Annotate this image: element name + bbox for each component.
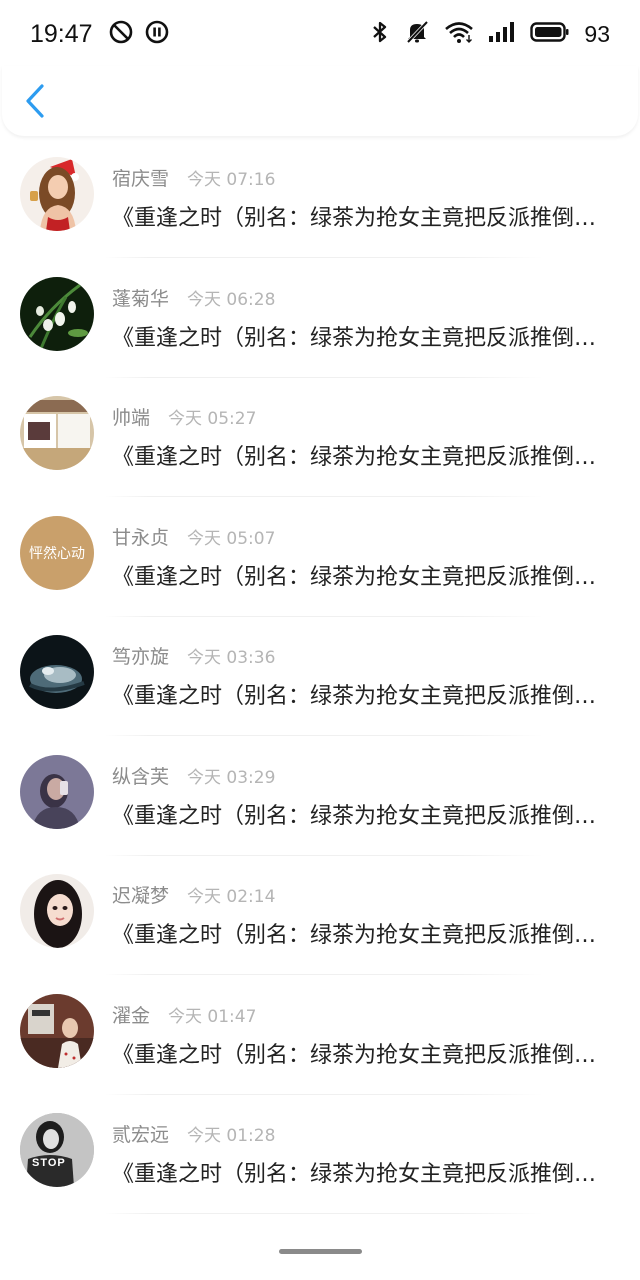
avatar-text: 怦然心动: [29, 545, 85, 562]
message-time: 今天 05:27: [168, 409, 257, 429]
battery-icon: [530, 21, 570, 47]
message-preview: 《重逢之时（别名：绿茶为抢女主竟把反派推倒了）》: [112, 684, 616, 709]
divider: [104, 615, 544, 617]
avatar[interactable]: STOP: [20, 1113, 94, 1187]
avatar[interactable]: [20, 396, 94, 470]
battery-level: 93: [584, 20, 610, 47]
message-time: 今天 02:14: [187, 887, 276, 907]
avatar[interactable]: [20, 276, 94, 351]
avatar-text: STOP: [32, 1157, 66, 1169]
message-time: 今天 03:29: [187, 767, 276, 788]
message-list: 宿庆雪 今天 07:16 《重逢之时（别名：绿茶为抢女主竟把反派推倒了）》 蓬菊…: [0, 140, 640, 1216]
message-preview: 《重逢之时（别名：绿茶为抢女主竟把反派推倒了）》: [112, 1162, 616, 1187]
chevron-left-icon: [26, 84, 44, 118]
sender-name: 濯金: [112, 1004, 151, 1027]
message-preview: 《重逢之时（别名：绿茶为抢女主竟把反派推倒了）》: [112, 564, 616, 590]
avatar[interactable]: [20, 993, 94, 1068]
home-indicator[interactable]: [279, 1249, 362, 1254]
sender-name: 帅端: [112, 407, 151, 429]
avatar[interactable]: 怦然心动: [20, 515, 94, 590]
avatar[interactable]: [20, 874, 94, 948]
sender-name: 纵含芙: [112, 765, 170, 788]
list-item[interactable]: 帅端 今天 05:27 《重逢之时（别名：绿茶为抢女主竟把反派推倒了）》: [0, 379, 640, 499]
sender-name: 贰宏远: [112, 1124, 170, 1146]
list-item[interactable]: 怦然心动 甘永贞 今天 05:07 《重逢之时（别名：绿茶为抢女主竟把反派推倒了…: [0, 499, 640, 619]
sender-name: 蓬菊华: [112, 287, 170, 310]
sender-name: 迟凝梦: [112, 885, 170, 907]
message-time: 今天 07:16: [187, 170, 276, 190]
status-time: 19:47: [30, 19, 93, 48]
list-item[interactable]: 纵含芙 今天 03:29 《重逢之时（别名：绿茶为抢女主竟把反派推倒了）》: [0, 738, 640, 858]
message-preview: 《重逢之时（别名：绿茶为抢女主竟把反派推倒了）》: [112, 923, 616, 948]
list-item[interactable]: 蓬菊华 今天 06:28 《重逢之时（别名：绿茶为抢女主竟把反派推倒了）》: [0, 260, 640, 380]
pause-circle-icon: [145, 20, 169, 48]
message-preview: 《重逢之时（别名：绿茶为抢女主竟把反派推倒了）》: [112, 206, 616, 231]
back-button[interactable]: [22, 82, 52, 120]
list-item[interactable]: 濯金 今天 01:47 《重逢之时（别名：绿茶为抢女主竟把反派推倒了）》: [0, 977, 640, 1097]
avatar[interactable]: [20, 754, 94, 829]
message-time: 今天 01:47: [168, 1006, 257, 1027]
bluetooth-icon: [370, 20, 390, 48]
avatar[interactable]: [20, 635, 94, 709]
mute-icon: [404, 19, 430, 49]
divider: [104, 496, 544, 497]
list-item[interactable]: 迟凝梦 今天 02:14 《重逢之时（别名：绿茶为抢女主竟把反派推倒了）》: [0, 857, 640, 977]
status-bar: 19:47 93: [0, 0, 640, 68]
message-time: 今天 05:07: [187, 528, 276, 549]
sender-name: 笃亦旋: [112, 646, 170, 668]
divider: [104, 854, 544, 856]
list-item[interactable]: 笃亦旋 今天 03:36 《重逢之时（别名：绿茶为抢女主竟把反派推倒了）》: [0, 618, 640, 738]
divider: [104, 257, 544, 258]
list-item[interactable]: 宿庆雪 今天 07:16 《重逢之时（别名：绿茶为抢女主竟把反派推倒了）》: [0, 140, 640, 260]
list-item[interactable]: STOP 贰宏远 今天 01:28 《重逢之时（别名：绿茶为抢女主竟把反派推倒了…: [0, 1096, 640, 1216]
message-preview: 《重逢之时（别名：绿茶为抢女主竟把反派推倒了）》: [112, 325, 616, 351]
divider: [104, 376, 544, 378]
signal-icon: [488, 21, 516, 47]
wifi-icon: [444, 20, 474, 48]
divider: [104, 974, 544, 975]
sender-name: 甘永贞: [112, 526, 170, 549]
divider: [104, 735, 544, 736]
navigation-header: [2, 66, 638, 136]
divider: [104, 1093, 544, 1095]
divider: [104, 1213, 544, 1214]
message-time: 今天 03:36: [187, 648, 276, 668]
message-preview: 《重逢之时（别名：绿茶为抢女主竟把反派推倒了）》: [112, 803, 616, 829]
sender-name: 宿庆雪: [112, 168, 170, 190]
alarm-off-icon: [109, 20, 133, 48]
message-preview: 《重逢之时（别名：绿茶为抢女主竟把反派推倒了）》: [112, 445, 616, 470]
message-preview: 《重逢之时（别名：绿茶为抢女主竟把反派推倒了）》: [112, 1042, 616, 1068]
message-time: 今天 01:28: [187, 1126, 276, 1146]
avatar[interactable]: [20, 157, 94, 231]
message-time: 今天 06:28: [187, 289, 276, 310]
